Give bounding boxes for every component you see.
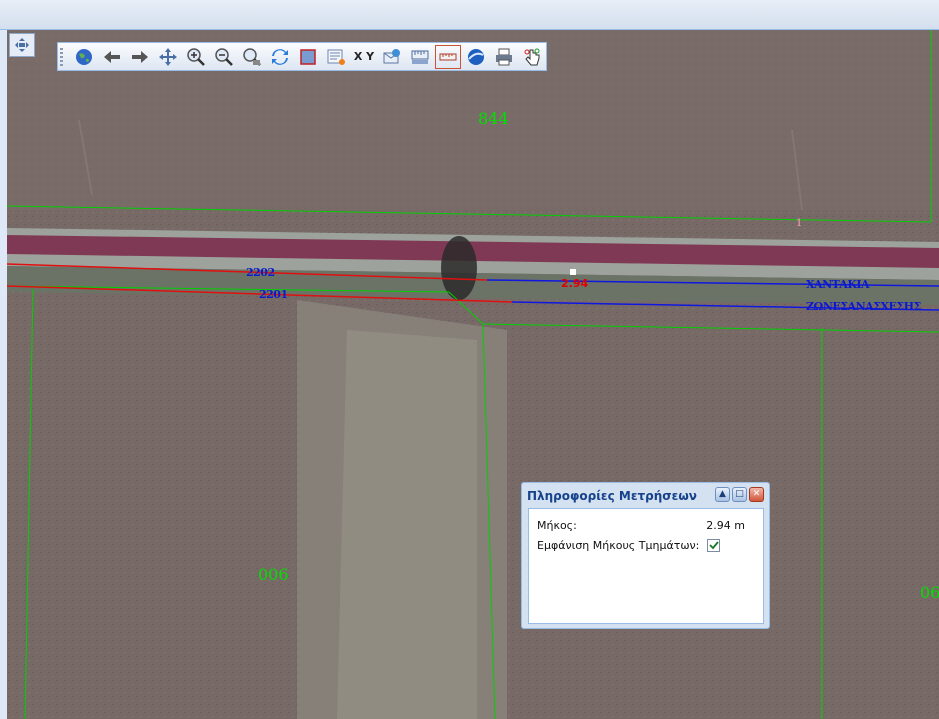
pan-zoom-handle[interactable]	[9, 33, 35, 57]
select-rect-icon[interactable]	[295, 45, 321, 69]
map-toolbar: X Y	[57, 42, 547, 71]
code-label: 2202	[246, 266, 275, 279]
top-bar	[0, 0, 939, 30]
parcel-label: 06	[920, 583, 939, 602]
layer-label: ΖΩΝΕΣΑΝΑΣΧΕΣΗΣ	[806, 300, 921, 313]
measurement-info-window: Πληροφορίες Μετρήσεων ▲ □ ✕ Μήκος: 2.94 …	[521, 482, 770, 629]
measure-length-icon[interactable]	[435, 44, 461, 69]
arrow-right-icon[interactable]	[127, 45, 153, 69]
move-icon	[15, 38, 29, 52]
window-body: Μήκος: 2.94 m Εμφάνιση Μήκους Τμημάτων:	[528, 508, 764, 624]
length-row: Μήκος: 2.94 m	[537, 515, 755, 535]
segments-row: Εμφάνιση Μήκους Τμημάτων:	[537, 535, 755, 555]
segments-checkbox[interactable]	[707, 538, 721, 552]
road-label: 1	[796, 218, 803, 229]
mail-icon[interactable]	[379, 45, 405, 69]
chevron-up-icon: ▲	[719, 489, 726, 499]
checkmark-icon	[709, 541, 719, 550]
maximize-icon: □	[735, 489, 744, 499]
xy-label: X Y	[353, 50, 375, 63]
measure-area-icon[interactable]	[407, 45, 433, 69]
refresh-icon[interactable]	[267, 45, 293, 69]
parcel-label: 006	[258, 565, 289, 584]
map-view[interactable]	[7, 30, 939, 719]
toolbar-grip[interactable]	[60, 47, 66, 66]
close-button[interactable]: ✕	[749, 487, 764, 502]
window-header[interactable]: Πληροφορίες Μετρήσεων ▲ □ ✕	[522, 483, 769, 508]
parcel-label: 844	[478, 109, 509, 128]
maximize-button[interactable]: □	[732, 487, 747, 502]
window-title: Πληροφορίες Μετρήσεων	[527, 488, 697, 503]
layer-label: ΧΑΝΤΑΚΙΑ	[806, 278, 870, 291]
zoom-out-icon[interactable]	[211, 45, 237, 69]
xy-goto-icon[interactable]: X Y	[351, 45, 377, 69]
window-tools: ▲ □ ✕	[715, 487, 764, 502]
collapse-button[interactable]: ▲	[715, 487, 730, 502]
arrow-left-icon[interactable]	[99, 45, 125, 69]
pan-icon[interactable]	[155, 45, 181, 69]
globe-icon[interactable]	[71, 45, 97, 69]
zoom-in-icon[interactable]	[183, 45, 209, 69]
zoom-box-icon[interactable]	[239, 45, 265, 69]
identify-icon[interactable]	[323, 45, 349, 69]
measure-label: 2.94	[561, 277, 589, 290]
code-label: 2201	[259, 288, 288, 301]
segments-label: Εμφάνιση Μήκους Τμημάτων:	[537, 538, 700, 552]
touch-hand-icon[interactable]	[519, 45, 545, 69]
close-icon: ✕	[752, 489, 761, 499]
aerial-imagery	[7, 30, 939, 719]
google-earth-icon[interactable]	[463, 45, 489, 69]
print-icon[interactable]	[491, 45, 517, 69]
length-label: Μήκος:	[537, 518, 577, 532]
length-value: 2.94 m	[706, 518, 745, 532]
